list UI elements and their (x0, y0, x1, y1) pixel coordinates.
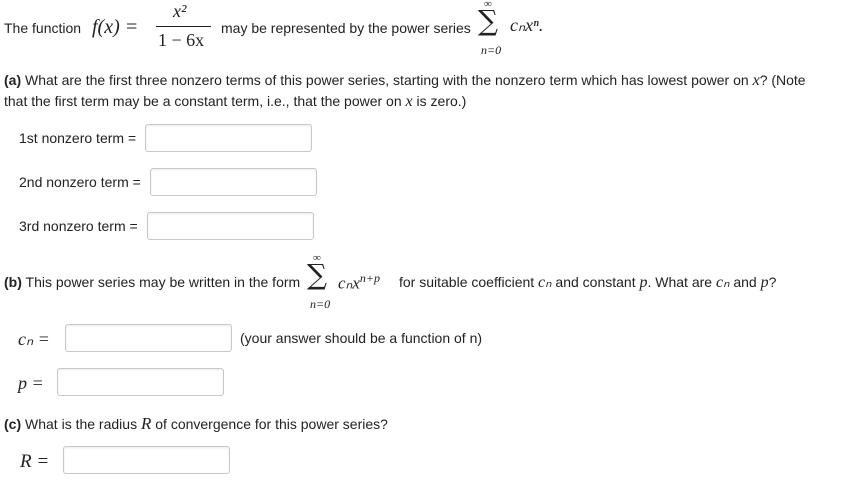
part-b-cn-2: cₙ (715, 274, 730, 291)
p-input[interactable] (58, 369, 223, 395)
part-a-text-3: that the first term may be a constant te… (4, 93, 402, 109)
part-b-text-6: ? (768, 274, 777, 290)
series-term: cₙxⁿ. (510, 15, 544, 35)
part-b-text-5: and (733, 274, 757, 290)
first-term-field[interactable] (145, 124, 312, 152)
cn-hint: (your answer should be a function of n) (240, 330, 483, 346)
part-b-p-2: p (760, 274, 769, 291)
first-term-input[interactable] (146, 125, 311, 151)
part-b-sigma-icon: ∑ (307, 258, 327, 291)
function-name: f(x) = (92, 16, 139, 38)
part-a-var-2: x (405, 93, 413, 110)
sum-lower-limit: n=0 (481, 43, 502, 57)
cn-label: cₙ = (18, 329, 50, 349)
part-c-tag: (c) (4, 416, 22, 432)
part-b-series-base: cₙx (338, 273, 360, 293)
part-b-question-end: for suitable coefficient cₙ and constant… (399, 275, 776, 291)
intro-middle: may be represented by the power series (221, 20, 471, 36)
part-a-question-line1: (a) What are the first three nonzero ter… (4, 73, 806, 89)
second-term-label: 2nd nonzero term = (19, 174, 141, 190)
radius-field[interactable] (63, 446, 230, 474)
fraction-bar (156, 26, 211, 27)
cn-field[interactable] (65, 324, 232, 352)
second-term-input[interactable] (151, 169, 316, 195)
part-a-question-line2: that the first term may be a constant te… (4, 94, 466, 110)
fraction-numerator: x² (173, 1, 187, 21)
part-b-cn: cₙ (538, 274, 552, 291)
p-label: p = (18, 373, 44, 393)
second-term-field[interactable] (150, 168, 317, 196)
part-c-R: R (140, 414, 152, 433)
part-c-text-1: What is the radius (25, 416, 138, 432)
part-a-text-4: is zero.) (416, 93, 467, 109)
part-a-text-2: ? (Note (759, 72, 806, 88)
part-b-sum-lower: n=0 (310, 297, 331, 311)
part-a-text-1: What are the first three nonzero terms o… (25, 72, 749, 88)
part-c-question: (c) What is the radius R of convergence … (4, 415, 388, 432)
fraction-denominator: 1 − 6x (158, 30, 205, 50)
third-term-input[interactable] (148, 213, 313, 239)
part-a-tag: (a) (4, 72, 22, 88)
part-c-text-2: of convergence for this power series? (155, 416, 388, 432)
part-b-question-start: (b) This power series may be written in … (4, 275, 300, 289)
p-field[interactable] (57, 368, 224, 396)
part-b-tag: (b) (4, 274, 22, 290)
first-term-label: 1st nonzero term = (19, 130, 137, 146)
intro-prefix: The function (4, 20, 82, 36)
part-b-text-4: . What are (647, 274, 713, 290)
radius-label: R = (20, 451, 50, 472)
part-b-text-2: for suitable coefficient (399, 274, 535, 290)
part-b-series-term: cₙxn+p (338, 271, 380, 294)
part-b-text-1: This power series may be written in the … (25, 274, 301, 290)
third-term-label: 3rd nonzero term = (19, 218, 138, 234)
radius-input[interactable] (64, 447, 229, 473)
third-term-field[interactable] (147, 212, 314, 240)
sigma-icon: ∑ (478, 4, 498, 37)
part-a-var: x (752, 72, 760, 89)
cn-input[interactable] (66, 325, 231, 351)
part-b-series-exponent: n+p (359, 271, 380, 285)
part-b-text-3: and constant (555, 274, 636, 290)
